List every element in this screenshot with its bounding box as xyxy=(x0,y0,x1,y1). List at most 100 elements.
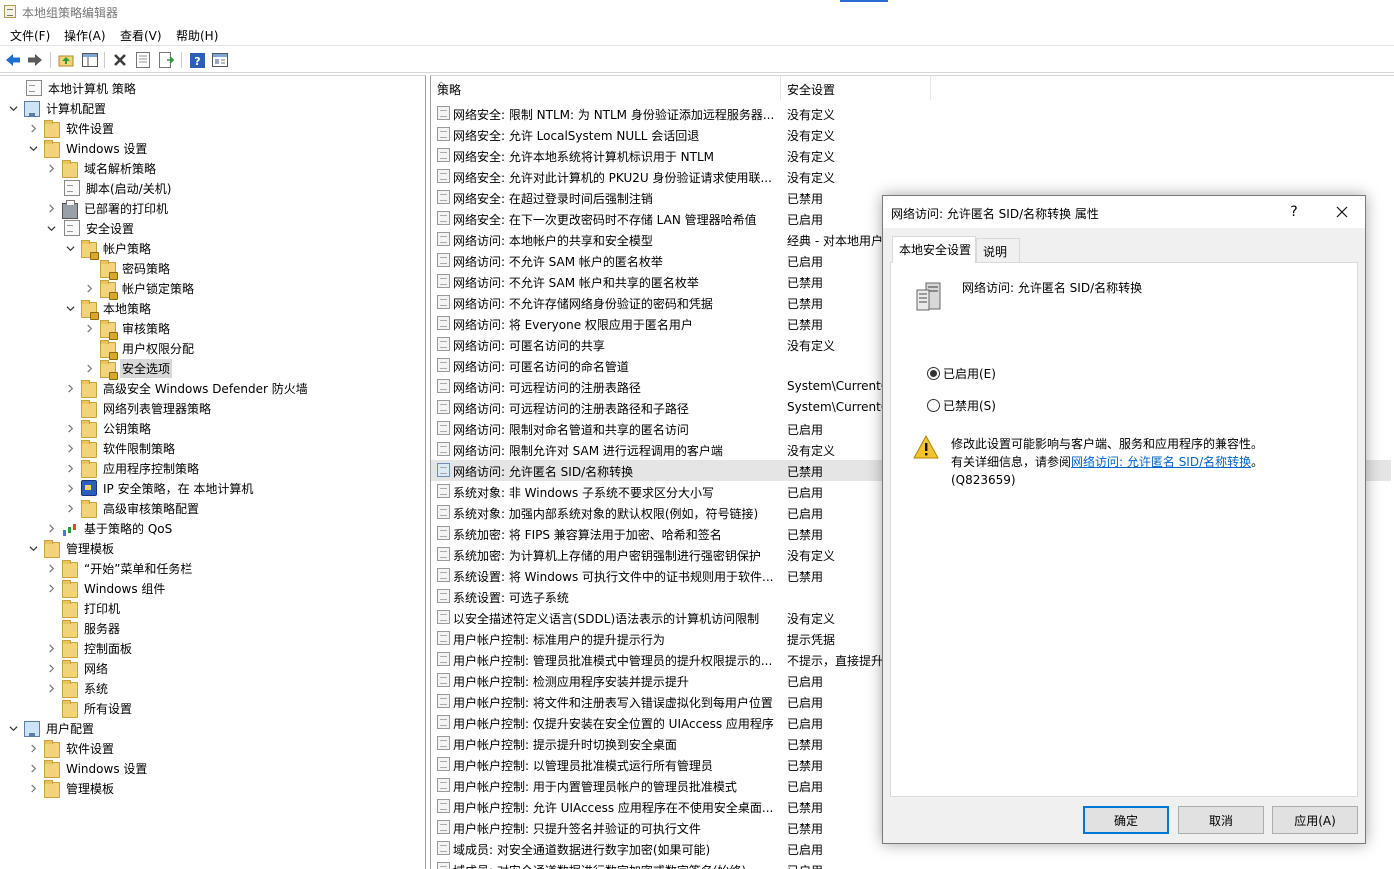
script-icon xyxy=(64,180,80,196)
tree-node[interactable]: 控制面板 xyxy=(44,638,134,658)
tab-explain[interactable]: 说明 xyxy=(976,238,1020,262)
radio-enabled[interactable]: 已启用(E) xyxy=(927,365,996,382)
tree-node[interactable]: 管理模板 xyxy=(26,538,116,558)
tree-node[interactable]: 系统 xyxy=(44,678,110,698)
chevron-down-icon[interactable] xyxy=(63,301,77,315)
view-icon[interactable] xyxy=(210,50,230,70)
tree-node[interactable]: “开始”菜单和任务栏 xyxy=(44,558,194,578)
tree-node[interactable]: 高级安全 Windows Defender 防火墙 xyxy=(63,378,310,398)
tree-node[interactable]: 应用程序控制策略 xyxy=(63,458,201,478)
warning-help-link[interactable]: 网络访问: 允许匿名 SID/名称转换 xyxy=(1071,455,1251,469)
chevron-down-icon[interactable] xyxy=(6,721,20,735)
chevron-right-icon[interactable] xyxy=(44,521,58,535)
toolbar-separator xyxy=(181,52,182,68)
table-row[interactable]: 网络安全: 允许对此计算机的 PKU2U 身份验证请求使用联... 没有定义 xyxy=(431,166,1391,187)
chevron-down-icon[interactable] xyxy=(26,541,40,555)
tree-node[interactable]: 帐户策略 xyxy=(63,238,153,260)
tree-node[interactable]: 本地计算机 策略 xyxy=(6,78,138,98)
tree-node[interactable]: 所有设置 xyxy=(44,698,134,718)
tree-node[interactable]: 公钥策略 xyxy=(63,418,153,438)
tree-node[interactable]: 服务器 xyxy=(44,618,122,638)
chevron-down-icon[interactable] xyxy=(26,141,40,155)
chevron-right-icon[interactable] xyxy=(26,761,40,775)
chevron-right-icon[interactable] xyxy=(44,561,58,575)
column-header-setting[interactable]: 安全设置 xyxy=(781,76,931,100)
tab-local-security-setting[interactable]: 本地安全设置 xyxy=(892,236,976,263)
export-list-icon[interactable] xyxy=(157,50,177,70)
tree-node[interactable]: 管理模板 xyxy=(26,778,116,798)
tree-node[interactable]: 软件设置 xyxy=(26,118,116,138)
tree-node-label: 域名解析策略 xyxy=(84,161,157,176)
tree-node[interactable]: 软件设置 xyxy=(26,738,116,758)
delete-icon[interactable] xyxy=(110,50,130,70)
tree-node[interactable]: 软件限制策略 xyxy=(63,438,177,458)
chevron-right-icon[interactable] xyxy=(63,501,77,515)
tree-node[interactable]: IP 安全策略，在 本地计算机 xyxy=(63,478,255,498)
chevron-right-icon[interactable] xyxy=(44,661,58,675)
tree-node[interactable]: 网络 xyxy=(44,658,110,678)
tree-node[interactable]: Windows 组件 xyxy=(44,578,167,598)
chevron-down-icon[interactable] xyxy=(6,101,20,115)
radio-disabled[interactable]: 已禁用(S) xyxy=(927,397,996,414)
chevron-right-icon[interactable] xyxy=(63,381,77,395)
tree-node[interactable]: 用户权限分配 xyxy=(82,338,196,360)
up-folder-icon[interactable] xyxy=(56,50,76,70)
tree-node[interactable]: 密码策略 xyxy=(82,258,172,280)
tree-node[interactable]: 基于策略的 QoS xyxy=(44,518,174,538)
chevron-right-icon[interactable] xyxy=(44,681,58,695)
tree-node[interactable]: 脚本(启动/关机) xyxy=(44,178,173,198)
tree-node[interactable]: 安全选项 xyxy=(82,358,173,380)
chevron-down-icon[interactable] xyxy=(63,241,77,255)
table-row[interactable]: 网络安全: 允许本地系统将计算机标识用于 NTLM 没有定义 xyxy=(431,145,1391,166)
tree-node[interactable]: 高级审核策略配置 xyxy=(63,498,201,518)
chevron-right-icon[interactable] xyxy=(26,781,40,795)
tree-node[interactable]: 本地策略 xyxy=(63,298,153,320)
dialog-close-button[interactable] xyxy=(1319,196,1365,228)
ok-button[interactable]: 确定 xyxy=(1083,806,1169,834)
security-setting-cell: System\CurrentC xyxy=(787,400,887,414)
chevron-right-icon[interactable] xyxy=(82,321,96,335)
menu-file[interactable]: 文件(F) xyxy=(10,27,50,44)
chevron-right-icon[interactable] xyxy=(44,641,58,655)
tree-node[interactable]: Windows 设置 xyxy=(26,758,149,778)
tree-node[interactable]: 帐户锁定策略 xyxy=(82,278,196,300)
properties-icon[interactable] xyxy=(133,50,153,70)
tree-node[interactable]: 打印机 xyxy=(44,598,122,618)
chevron-right-icon[interactable] xyxy=(63,421,77,435)
dialog-help-button[interactable]: ? xyxy=(1271,196,1317,228)
table-row[interactable]: 网络安全: 限制 NTLM: 为 NTLM 身份验证添加远程服务器... 没有定义 xyxy=(431,103,1391,124)
table-row[interactable]: 域成员: 对安全通道数据进行数字加密或数字签名(始终) 已启用 xyxy=(431,859,1391,869)
chevron-right-icon[interactable] xyxy=(44,201,58,215)
menu-action[interactable]: 操作(A) xyxy=(64,27,106,44)
tree-node-label: 计算机配置 xyxy=(46,101,107,116)
chevron-right-icon[interactable] xyxy=(82,281,96,295)
chevron-right-icon[interactable] xyxy=(26,741,40,755)
back-icon[interactable] xyxy=(3,50,23,70)
chevron-right-icon[interactable] xyxy=(44,161,58,175)
apply-button[interactable]: 应用(A) xyxy=(1272,806,1358,834)
help-icon[interactable]: ? xyxy=(187,50,207,70)
chevron-right-icon[interactable] xyxy=(63,481,77,495)
chevron-right-icon[interactable] xyxy=(44,581,58,595)
tree-node[interactable]: 计算机配置 xyxy=(6,98,108,118)
tree-node[interactable]: 安全设置 xyxy=(44,218,136,238)
menu-view[interactable]: 查看(V) xyxy=(120,27,162,44)
table-row[interactable]: 网络安全: 允许 LocalSystem NULL 会话回退 没有定义 xyxy=(431,124,1391,145)
chevron-right-icon[interactable] xyxy=(63,441,77,455)
tree-node[interactable]: Windows 设置 xyxy=(26,138,149,158)
menu-help[interactable]: 帮助(H) xyxy=(176,27,218,44)
cancel-button[interactable]: 取消 xyxy=(1178,806,1264,834)
chevron-right-icon[interactable] xyxy=(26,121,40,135)
forward-icon[interactable] xyxy=(25,50,45,70)
tree-node[interactable]: 审核策略 xyxy=(82,318,172,340)
tree-node[interactable]: 已部署的打印机 xyxy=(44,198,170,219)
show-hide-tree-icon[interactable] xyxy=(80,50,100,70)
chevron-right-icon[interactable] xyxy=(82,361,96,375)
column-header-policy[interactable]: 策略 ^ xyxy=(431,76,781,100)
console-tree[interactable]: 本地计算机 策略 计算机配置 软件设置 Windows 设置 域名解析策略 脚本(启动/关… xyxy=(0,75,426,869)
tree-node[interactable]: 域名解析策略 xyxy=(44,158,158,178)
chevron-right-icon[interactable] xyxy=(63,461,77,475)
tree-node[interactable]: 用户配置 xyxy=(6,718,96,738)
chevron-down-icon[interactable] xyxy=(44,221,58,235)
tree-node[interactable]: 网络列表管理器策略 xyxy=(63,398,213,418)
